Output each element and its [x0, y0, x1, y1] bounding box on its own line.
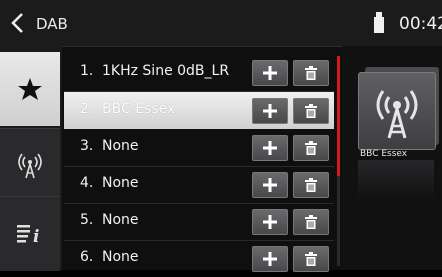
preset-name: BBC Essex	[102, 101, 176, 117]
trash-icon	[305, 252, 317, 266]
save-preset-button[interactable]	[252, 246, 288, 272]
preset-row[interactable]: 5. None	[64, 203, 334, 241]
save-preset-button[interactable]	[252, 135, 288, 161]
back-button[interactable]	[8, 10, 30, 36]
list-info-icon: i	[17, 225, 39, 246]
plus-icon	[263, 104, 277, 118]
plus-icon	[263, 252, 277, 266]
trash-icon	[305, 215, 317, 229]
preset-name: 1KHz Sine 0dB_LR	[102, 63, 230, 79]
page-title: DAB	[36, 15, 68, 33]
preset-name: None	[102, 175, 139, 191]
preset-number: 3.	[80, 138, 94, 154]
save-preset-button[interactable]	[252, 60, 288, 86]
radio-tower-icon	[376, 90, 418, 139]
trash-icon	[305, 66, 317, 80]
preset-row[interactable]: 4. None	[64, 166, 334, 204]
preset-name: None	[102, 212, 139, 228]
preset-number: 5.	[80, 212, 94, 228]
sidebar: i	[0, 46, 62, 271]
station-logo[interactable]	[358, 72, 436, 150]
preset-list: 1. 1KHz Sine 0dB_LR 2. BBC Essex 3. None	[64, 54, 334, 272]
plus-icon	[263, 66, 277, 80]
preset-name: None	[102, 249, 139, 265]
delete-preset-button[interactable]	[293, 60, 329, 86]
svg-text:i: i	[33, 227, 39, 246]
preset-row[interactable]: 1. 1KHz Sine 0dB_LR	[64, 54, 334, 92]
delete-preset-button[interactable]	[293, 135, 329, 161]
preset-number: 6.	[80, 249, 94, 265]
trash-icon	[305, 104, 317, 118]
clock: 00:42	[399, 14, 442, 34]
preset-row[interactable]: 6. None	[64, 240, 334, 277]
tab-info[interactable]: i	[0, 196, 60, 271]
trash-icon	[305, 141, 317, 155]
preset-number: 2.	[80, 101, 94, 117]
delete-preset-button[interactable]	[293, 246, 329, 272]
delete-preset-button[interactable]	[293, 172, 329, 198]
trash-icon	[305, 178, 317, 192]
current-station-name: BBC Essex	[360, 149, 408, 159]
plus-icon	[263, 178, 277, 192]
plus-icon	[263, 141, 277, 155]
delete-preset-button[interactable]	[293, 209, 329, 235]
tab-favorites[interactable]	[0, 52, 60, 126]
preset-row[interactable]: 3. None	[64, 129, 334, 167]
preset-name: None	[102, 138, 139, 154]
usb-icon	[372, 11, 386, 35]
dab-screen: DAB 00:42	[0, 0, 442, 272]
preset-number: 4.	[80, 175, 94, 191]
logo-reflection	[358, 160, 434, 200]
top-bar: DAB 00:42	[0, 0, 442, 47]
back-chevron-icon	[11, 13, 23, 33]
scrollbar-thumb[interactable]	[337, 56, 340, 176]
save-preset-button[interactable]	[252, 98, 288, 124]
save-preset-button[interactable]	[252, 209, 288, 235]
preset-row-selected[interactable]: 2. BBC Essex	[64, 92, 334, 129]
plus-icon	[263, 215, 277, 229]
delete-preset-button[interactable]	[293, 98, 329, 124]
antenna-icon	[18, 153, 42, 179]
star-icon	[18, 78, 42, 100]
save-preset-button[interactable]	[252, 172, 288, 198]
preset-number: 1.	[80, 63, 94, 79]
tab-stations[interactable]	[0, 128, 60, 203]
